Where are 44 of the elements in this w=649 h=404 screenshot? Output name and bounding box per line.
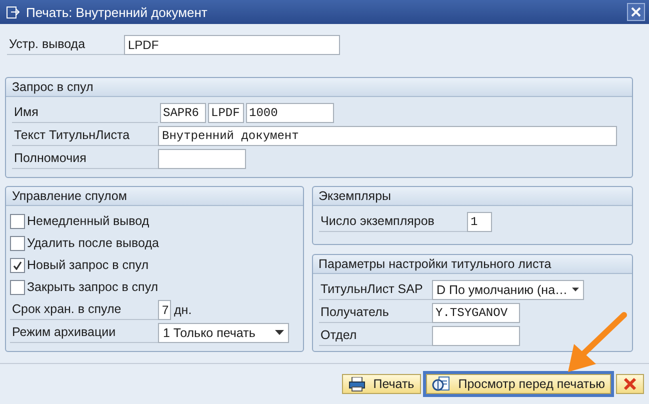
printer-icon (349, 376, 366, 392)
print-button[interactable]: Печать (342, 374, 422, 394)
cancel-button[interactable] (616, 374, 644, 394)
checkbox[interactable] (10, 236, 25, 250)
checkbox-label: Немедленный вывод (27, 214, 150, 228)
dropdown[interactable]: D По умолчанию (на… (432, 280, 584, 300)
preview-icon (432, 376, 450, 392)
window-title: Печать: Внутренний документ (26, 4, 208, 20)
input-field[interactable]: SAPR6 (160, 102, 206, 122)
checkbox-label: Удалить после вывода (27, 236, 159, 250)
close-icon (623, 377, 637, 391)
input-field[interactable]: LPDF (208, 102, 244, 122)
preview-button[interactable]: Просмотр перед печатью (423, 371, 614, 397)
input-field[interactable] (432, 326, 520, 346)
dropdown-arrow-icon (275, 330, 284, 335)
group-title: Параметры настройки титульного листа (312, 255, 632, 274)
input-field[interactable]: Y.TSYGANOV (432, 302, 520, 322)
checkbox-label: Закрыть запрос в спул (27, 280, 158, 294)
check-icon (13, 260, 22, 270)
input-field[interactable] (158, 148, 246, 168)
input-field[interactable]: 7 (158, 300, 171, 320)
field-label: Отдел (318, 325, 432, 346)
checkbox[interactable] (10, 258, 25, 272)
unit-label: дн. (174, 302, 192, 316)
arrow-drawing (566, 312, 628, 374)
input-field[interactable]: Внутренний документ (158, 126, 617, 146)
checkbox[interactable] (10, 214, 25, 228)
field-label: Число экземпляров (318, 211, 467, 232)
input-field[interactable]: 1000 (246, 102, 334, 122)
close-button[interactable] (627, 3, 645, 21)
field-label: ТитульнЛист SAP (318, 279, 432, 300)
close-icon (631, 7, 641, 17)
dropdown[interactable]: 1 Только печать (158, 322, 289, 342)
group-title: Управление спулом (6, 187, 303, 206)
input-field[interactable]: 1 (466, 212, 492, 232)
group-title: Запрос в спул (6, 78, 632, 97)
print-dialog-icon (6, 6, 20, 18)
input-field[interactable]: LPDF (124, 34, 340, 54)
field-label: Получатель (318, 302, 432, 323)
checkbox-label: Новый запрос в спул (27, 258, 149, 272)
field-label: Имя (12, 102, 158, 123)
group-title: Экземпляры (312, 187, 632, 206)
checkbox[interactable] (10, 280, 25, 294)
dropdown-arrow-icon (572, 287, 579, 292)
